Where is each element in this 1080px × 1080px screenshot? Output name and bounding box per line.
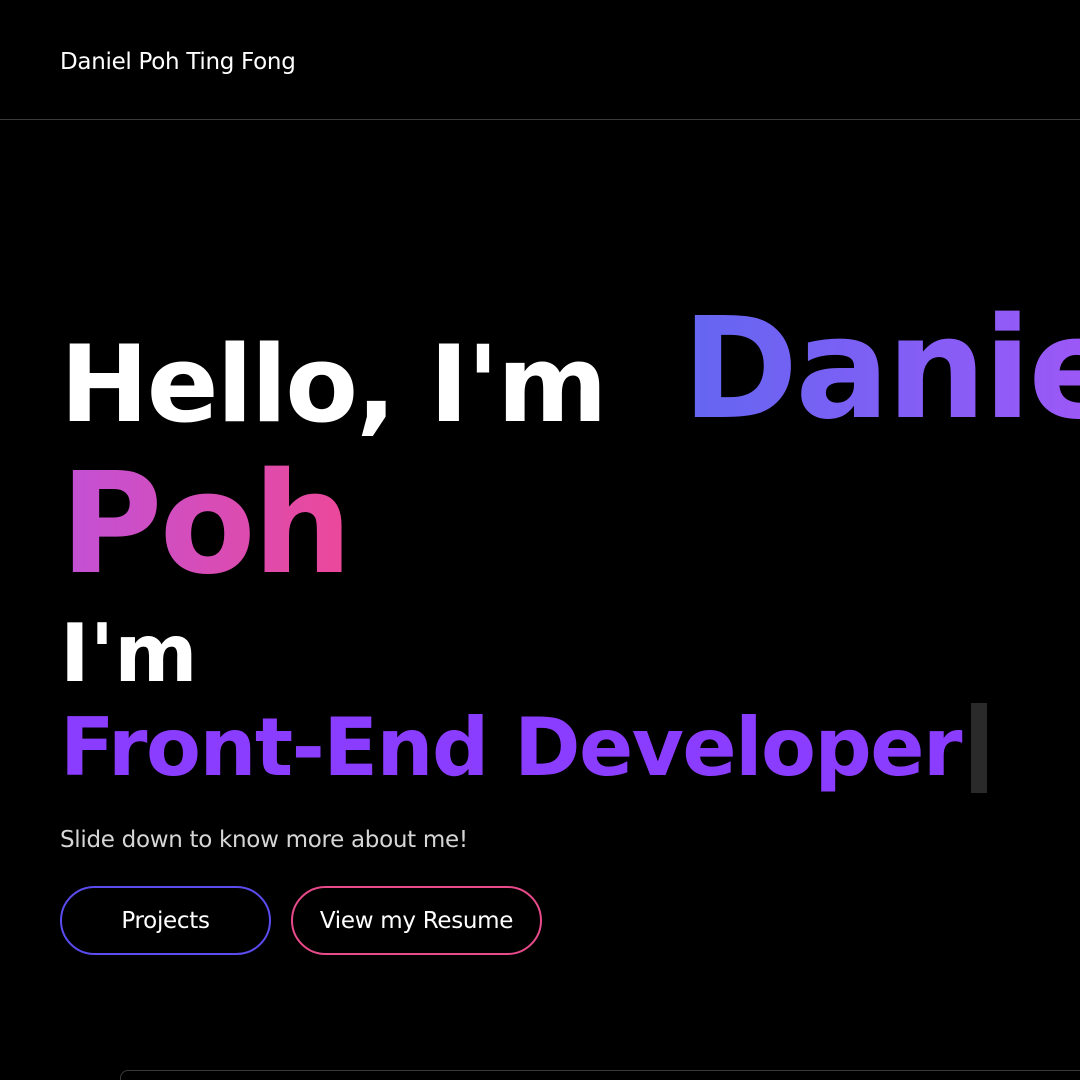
- top-navigation-bar: Daniel Poh Ting Fong: [0, 0, 1080, 120]
- next-section-card: [120, 1070, 1080, 1080]
- hero-greeting: Hello, I'm: [60, 323, 608, 446]
- typing-role-line: Front-End Developer: [60, 700, 987, 796]
- role-prefix: I'm: [60, 607, 198, 700]
- hero-first-name: Daniel: [682, 300, 1080, 440]
- typing-cursor: [971, 703, 987, 793]
- hero-last-name: Poh: [60, 443, 352, 606]
- site-brand-name[interactable]: Daniel Poh Ting Fong: [60, 46, 296, 78]
- view-resume-button[interactable]: View my Resume: [291, 886, 542, 955]
- hero-tagline: Slide down to know more about me!: [60, 827, 468, 853]
- role-title: Front-End Developer: [60, 701, 963, 794]
- portfolio-page: Daniel Poh Ting Fong Hello, I'm Daniel P…: [0, 0, 1080, 1080]
- projects-button[interactable]: Projects: [60, 886, 271, 955]
